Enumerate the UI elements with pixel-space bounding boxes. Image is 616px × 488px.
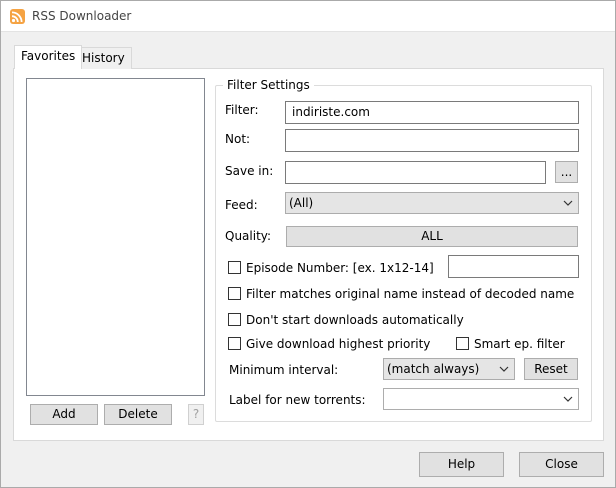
min-interval-label: Minimum interval: [229, 363, 339, 377]
checkbox-box[interactable] [228, 261, 241, 274]
feed-select[interactable]: (All) [285, 192, 579, 214]
checkbox-box[interactable] [228, 287, 241, 300]
not-label: Not: [225, 132, 251, 146]
original-name-label: Filter matches original name instead of … [246, 287, 575, 301]
browse-button[interactable]: ... [555, 161, 578, 183]
episode-number-input[interactable] [448, 255, 579, 278]
checkbox-box[interactable] [456, 337, 469, 350]
chevron-down-icon [563, 396, 573, 402]
feed-label: Feed: [225, 198, 258, 212]
label-for-torrents-select[interactable] [383, 388, 579, 410]
window-title: RSS Downloader [32, 9, 132, 23]
min-interval-select[interactable]: (match always) [383, 358, 515, 380]
quality-label: Quality: [225, 229, 272, 243]
checkbox-box[interactable] [228, 337, 241, 350]
smart-ep-filter-label: Smart ep. filter [474, 337, 565, 351]
episode-number-label: Episode Number: [ex. 1x12-14] [246, 261, 434, 275]
not-input[interactable] [285, 129, 579, 152]
chevron-down-icon [499, 366, 509, 372]
label-for-torrents-label: Label for new torrents: [229, 393, 366, 407]
add-button[interactable]: Add [30, 404, 98, 425]
favorites-list[interactable] [26, 78, 205, 396]
reset-button[interactable]: Reset [524, 358, 578, 380]
high-priority-label: Give download highest priority [246, 337, 431, 351]
save-in-input[interactable] [285, 161, 546, 184]
filter-input[interactable]: indiriste.com [285, 101, 579, 124]
filter-label: Filter: [225, 103, 259, 117]
save-in-label: Save in: [225, 164, 274, 178]
tab-favorites[interactable]: Favorites [14, 45, 83, 69]
close-button[interactable]: Close [519, 452, 604, 477]
delete-button[interactable]: Delete [104, 404, 172, 425]
quality-button[interactable]: ALL [286, 226, 578, 247]
no-auto-start-label: Don't start downloads automatically [246, 313, 464, 327]
title-bar: RSS Downloader [1, 1, 615, 32]
rss-downloader-window: RSS Downloader Favorites History Add Del… [0, 0, 616, 488]
feed-select-value: (All) [289, 196, 314, 210]
filter-settings-title: Filter Settings [223, 78, 314, 92]
tab-history[interactable]: History [75, 47, 132, 69]
checkbox-box[interactable] [228, 313, 241, 326]
help-question-button[interactable]: ? [188, 404, 204, 425]
chevron-down-icon [563, 200, 573, 206]
rss-icon [10, 9, 25, 24]
help-button[interactable]: Help [419, 452, 504, 477]
min-interval-value: (match always) [387, 362, 480, 376]
